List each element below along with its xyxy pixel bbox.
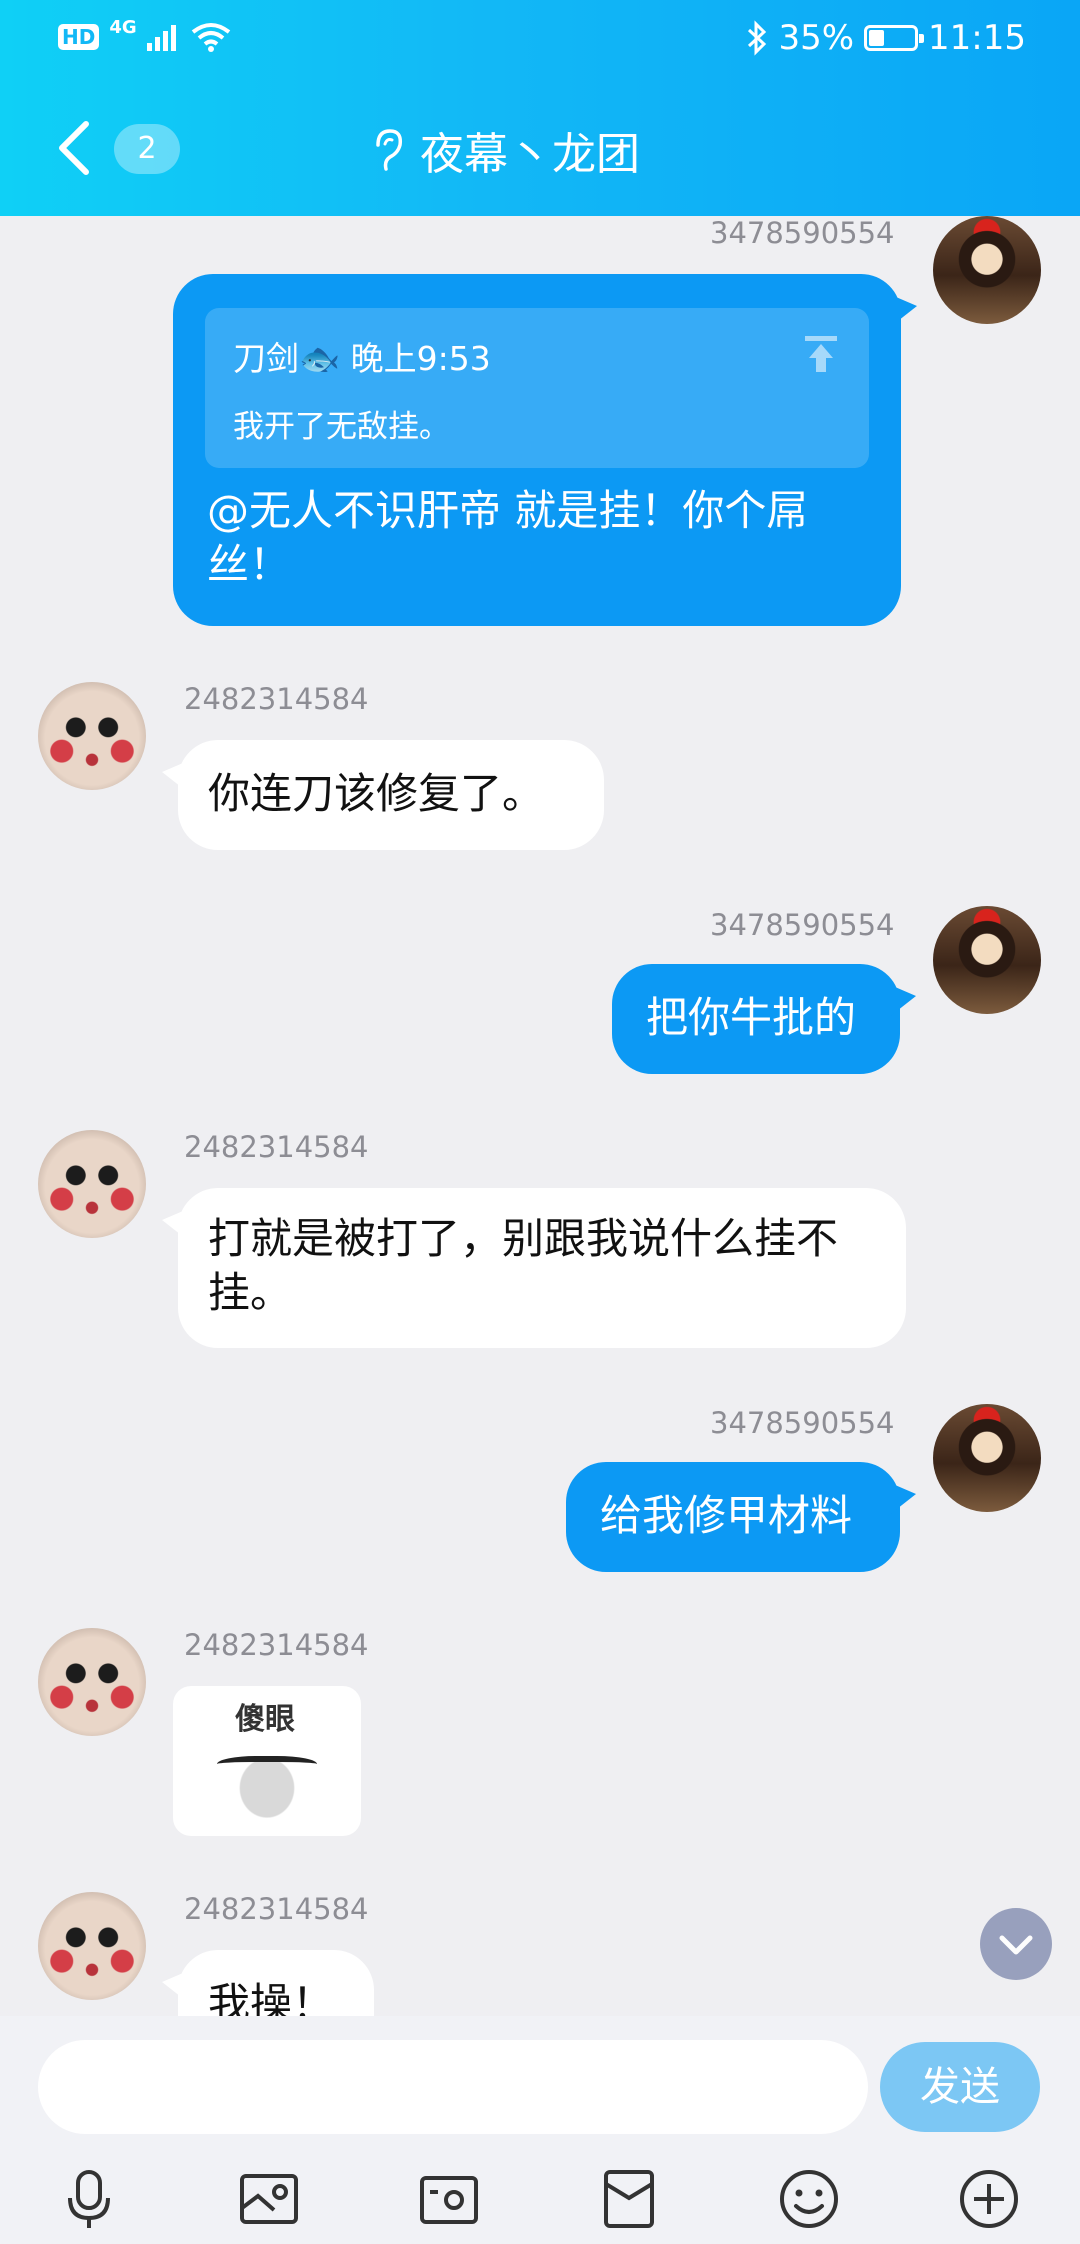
scroll-to-bottom-button[interactable] xyxy=(980,1908,1052,1980)
sender-id: 2482314584 xyxy=(184,1130,369,1164)
camera-icon[interactable] xyxy=(416,2166,482,2232)
quoted-message[interactable]: 刀剑🐟 晚上9:53 我开了无敌挂。 xyxy=(205,308,869,468)
clock: 11:15 xyxy=(928,18,1026,58)
wifi-icon xyxy=(191,23,230,52)
message-input[interactable] xyxy=(38,2040,868,2134)
message-bubble[interactable]: 给我修甲材料 xyxy=(566,1462,916,1572)
chevron-down-icon xyxy=(999,1935,1033,1955)
message-bubble[interactable]: 打就是被打了，别跟我说什么挂不挂。 xyxy=(162,1188,906,1348)
battery-percent: 35% xyxy=(778,18,855,58)
sticker-face xyxy=(217,1756,317,1776)
avatar[interactable] xyxy=(933,906,1041,1014)
sender-id: 2482314584 xyxy=(184,1892,369,1926)
network-type: 4G xyxy=(109,16,137,38)
signal-icon xyxy=(146,25,176,51)
pin-top-icon[interactable] xyxy=(801,334,841,374)
input-panel: 发送 xyxy=(0,2016,1080,2244)
sticker-caption: 傻眼 xyxy=(235,1702,295,1737)
unread-count-badge[interactable]: 2 xyxy=(114,124,180,174)
chat-title-row[interactable]: 夜幕丶龙团 xyxy=(370,118,640,182)
send-button[interactable]: 发送 xyxy=(880,2042,1040,2132)
avatar[interactable] xyxy=(933,1404,1041,1512)
earpiece-icon[interactable] xyxy=(370,127,406,173)
emoji-icon[interactable] xyxy=(776,2166,842,2232)
battery-level xyxy=(869,30,885,46)
message-text: 给我修甲材料 xyxy=(600,1491,853,1540)
message-text: 你连刀该修复了。 xyxy=(208,769,545,818)
microphone-icon[interactable] xyxy=(56,2166,122,2232)
chat-header: HD 4G 35% 11:15 2 夜幕丶龙团 xyxy=(0,0,1080,216)
image-icon[interactable] xyxy=(236,2166,302,2232)
avatar[interactable] xyxy=(38,1628,146,1736)
sticker-image[interactable]: 傻眼 xyxy=(173,1686,361,1836)
avatar[interactable] xyxy=(933,216,1041,324)
quote-text: 我开了无敌挂。 xyxy=(233,409,450,445)
plus-icon[interactable] xyxy=(956,2166,1022,2232)
quote-header: 刀剑🐟 晚上9:53 xyxy=(233,339,491,378)
message-bubble[interactable]: 把你牛批的 xyxy=(612,964,916,1074)
sender-id: 3478590554 xyxy=(710,216,895,250)
message-list[interactable]: 3478590554 刀剑🐟 晚上9:53 我开了无敌挂。 @无人不识肝帝 就是… xyxy=(0,216,1080,2016)
input-toolbar xyxy=(0,2154,1080,2244)
back-arrow-icon[interactable] xyxy=(50,118,100,178)
message-bubble[interactable]: 你连刀该修复了。 xyxy=(162,740,604,850)
sender-id: 2482314584 xyxy=(184,1628,369,1662)
status-bar-left: HD 4G xyxy=(58,17,231,52)
sender-id: 3478590554 xyxy=(710,1406,895,1440)
sender-id: 3478590554 xyxy=(710,908,895,942)
status-bar-right: 35% 11:15 xyxy=(746,18,1026,58)
avatar[interactable] xyxy=(38,1130,146,1238)
message-bubble[interactable]: 刀剑🐟 晚上9:53 我开了无敌挂。 @无人不识肝帝 就是挂！你个屌丝！ xyxy=(173,274,917,626)
message-text: 我操！ xyxy=(208,1979,335,2016)
hd-icon: HD xyxy=(58,24,100,50)
red-packet-icon[interactable] xyxy=(596,2166,662,2232)
message-text: 把你牛批的 xyxy=(646,993,857,1042)
avatar[interactable] xyxy=(38,682,146,790)
sender-id: 2482314584 xyxy=(184,682,369,716)
battery-icon xyxy=(864,25,925,51)
message-text: 打就是被打了，别跟我说什么挂不挂。 xyxy=(208,1214,839,1317)
bluetooth-icon xyxy=(748,20,767,56)
message-bubble[interactable]: 我操！ xyxy=(162,1950,374,2016)
chat-title: 夜幕丶龙团 xyxy=(420,129,640,180)
message-text: @无人不识肝帝 就是挂！你个屌丝！ xyxy=(207,486,809,589)
avatar[interactable] xyxy=(38,1892,146,2000)
